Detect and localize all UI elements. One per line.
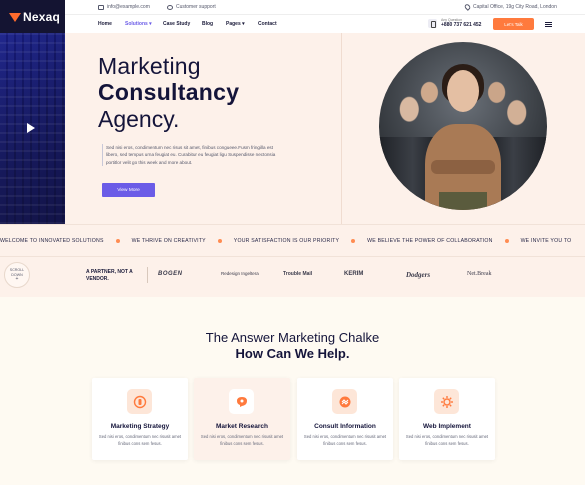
nav-contact[interactable]: Contact [258, 21, 277, 27]
partners-strip: SCROLL DOWN + A PARTNER, NOT A VENDOR. B… [0, 257, 585, 297]
hero-description: Sed nisi eros, condimentum nec risus sit… [102, 144, 277, 167]
marquee-strip: WELCOME TO INNOVATED SOLUTIONS WE THRIVE… [0, 224, 585, 257]
marquee-item: WELCOME TO INNOVATED SOLUTIONS [0, 238, 104, 244]
service-card-consult-information[interactable]: Consult Information Sed nisi eros, condi… [297, 378, 393, 460]
partner-divider [147, 267, 148, 283]
hamburger-menu-icon[interactable] [545, 22, 552, 27]
research-icon [229, 389, 254, 414]
location-pin-icon [463, 3, 472, 11]
card-title: Web Implement [423, 423, 471, 430]
card-description: Sed nisi eros, condimentum nec risusit a… [405, 434, 489, 446]
service-card-marketing-strategy[interactable]: Marketing Strategy Sed nisi eros, condim… [92, 378, 188, 460]
hero-section: Marketing Consultancy Agency. Sed nisi e… [65, 33, 585, 224]
marquee-row: WELCOME TO INNOVATED SOLUTIONS WE THRIVE… [0, 238, 571, 244]
service-card-web-implement[interactable]: Web Implement Sed nisi eros, condimentum… [399, 378, 495, 460]
topbar-address-text: Capital Office, 19g City Road, London [473, 4, 557, 10]
services-title-line-1: The Answer Marketing Chalke [205, 330, 380, 345]
nav-blog[interactable]: Blog [202, 21, 213, 27]
consult-icon [332, 389, 357, 414]
photo-woman-pants [439, 192, 487, 210]
left-panel: Nexaq [0, 0, 65, 224]
hero-title-line-1: Marketing [98, 53, 201, 79]
topbar-address: Capital Office, 19g City Road, London [463, 3, 557, 11]
hero-divider [341, 33, 342, 224]
partner-logo-bogen[interactable]: BOGEN [158, 271, 183, 277]
support-icon [167, 4, 173, 10]
topbar-support[interactable]: Customer support [167, 4, 216, 10]
hero-title-line-2: Consultancy [98, 79, 240, 105]
web-icon [434, 389, 459, 414]
topbar: info@example.com Customer support Capita… [65, 0, 585, 14]
logo-mark-icon [9, 12, 21, 22]
services-title-line-2: How Can We Help. [235, 346, 350, 361]
service-card-market-research[interactable]: Market Research Sed nisi eros, condiment… [194, 378, 290, 460]
arrow-down-icon: + [15, 276, 19, 283]
partner-logo-netbreak[interactable]: Net.Break [467, 271, 492, 277]
dot-icon [351, 239, 356, 243]
topbar-email[interactable]: info@example.com [98, 4, 150, 10]
card-title: Consult Information [314, 423, 376, 430]
topbar-email-text: info@example.com [107, 4, 150, 10]
partner-logo-dodgers[interactable]: Dodgers [406, 271, 430, 279]
dot-icon [217, 239, 222, 243]
scroll-down-button[interactable]: SCROLL DOWN + [4, 262, 30, 288]
marquee-item: WE THRIVE ON CREATIVITY [131, 238, 206, 244]
phone-block[interactable]: Any Question +880 737 621 452 [428, 18, 481, 28]
topbar-support-text: Customer support [176, 4, 216, 10]
partner-label: A PARTNER, NOT A VENDOR. [86, 269, 133, 282]
marquee-item: YOUR SATISFACTION IS OUR PRIORITY [233, 238, 340, 244]
dot-icon [504, 239, 509, 243]
strategy-icon [127, 389, 152, 414]
photo-woman-arms [431, 160, 495, 174]
phone-icon [428, 18, 437, 28]
card-description: Sed nisi eros, condimentum nec risusit a… [98, 434, 182, 446]
nav-home[interactable]: Home [98, 21, 112, 27]
hero-photo [379, 42, 547, 210]
marquee-item: WE BELIEVE THE POWER OF COLLABORATION [367, 238, 493, 244]
navbar: Home Solutions ▾ Case Study Blog Pages ▾… [65, 14, 585, 33]
hero-title-line-3: Agency. [98, 106, 180, 132]
view-more-button[interactable]: View More [102, 183, 155, 197]
card-title: Marketing Strategy [110, 423, 170, 430]
photo-woman-head [447, 70, 479, 112]
nav-case-study[interactable]: Case Study [163, 21, 190, 27]
logo[interactable]: Nexaq [9, 10, 60, 24]
dot-icon [115, 239, 120, 243]
card-description: Sed nisi eros, condimentum nec risusit a… [303, 434, 387, 446]
services-section: The Answer Marketing Chalke How Can We H… [0, 297, 585, 485]
marquee-item: WE INVITE YOU TO [520, 238, 572, 244]
nav-pages[interactable]: Pages ▾ [226, 21, 245, 27]
card-description: Sed nisi eros, condimentum nec risusit a… [200, 434, 284, 446]
partner-logo-kerim[interactable]: KERIM [344, 271, 363, 277]
partner-logo-trouble-mail[interactable]: Trouble Mail [283, 271, 312, 277]
card-title: Market Research [215, 423, 269, 430]
mail-icon [98, 4, 104, 10]
nav-solutions[interactable]: Solutions ▾ [125, 21, 152, 27]
play-icon[interactable] [27, 123, 35, 133]
lets-talk-button[interactable]: Let's Talk [493, 18, 534, 30]
phone-number: +880 737 621 452 [441, 22, 482, 28]
logo-text: Nexaq [23, 10, 61, 24]
partner-logo-redesign[interactable]: Redesign Ingeltera [221, 271, 259, 276]
